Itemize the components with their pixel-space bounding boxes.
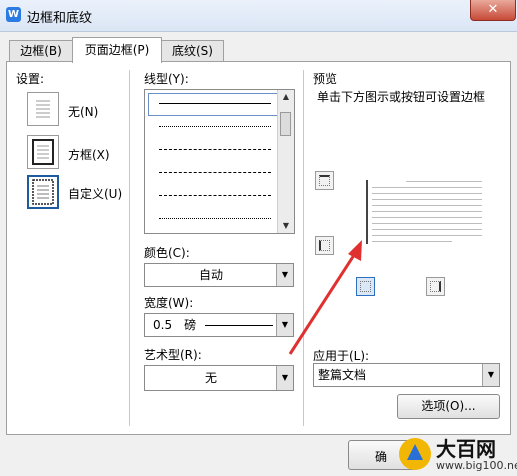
divider-left: [129, 70, 130, 426]
apply-to-label: 应用于(L):: [313, 349, 370, 363]
ok-button-label: 确: [375, 450, 388, 464]
color-label: 颜色(C):: [144, 246, 190, 260]
tab-borders[interactable]: 边框(B): [9, 40, 73, 62]
watermark-logo-icon: [399, 438, 431, 470]
right-border-button[interactable]: [426, 277, 445, 296]
color-dropdown[interactable]: 自动 ▼: [144, 263, 294, 287]
options-button[interactable]: 选项(O)...: [397, 394, 500, 419]
window-title: 边框和底纹: [27, 11, 93, 26]
preset-none-label[interactable]: 无(N): [68, 103, 98, 120]
preview-label: 预览: [313, 72, 338, 86]
width-sample-line: [205, 325, 273, 326]
scroll-up-icon[interactable]: ▲: [278, 90, 294, 104]
preset-custom-label[interactable]: 自定义(U): [68, 185, 122, 202]
chevron-down-icon[interactable]: ▼: [482, 364, 499, 386]
line-style-solid[interactable]: [159, 103, 271, 104]
close-button[interactable]: ✕: [470, 0, 516, 21]
width-label: 宽度(W):: [144, 296, 194, 310]
none-border-icon[interactable]: [27, 92, 59, 126]
apply-to-value: 整篇文档: [318, 368, 367, 382]
art-label: 艺术型(R):: [144, 348, 202, 362]
line-style-dashed[interactable]: [159, 172, 271, 173]
box-border-icon[interactable]: [27, 135, 59, 169]
wps-app-icon: W: [6, 7, 21, 22]
color-value: 自动: [198, 268, 223, 282]
custom-border-icon[interactable]: [27, 175, 59, 209]
settings-label: 设置:: [16, 72, 45, 86]
art-value: 无: [204, 371, 217, 385]
top-border-button[interactable]: [315, 171, 334, 190]
style-list-scrollbar[interactable]: ▲ ▼: [277, 90, 294, 233]
preview-hint: 单击下方图示或按钮可设置边框: [317, 90, 486, 104]
tab-shading[interactable]: 底纹(S): [161, 40, 224, 62]
apply-to-dropdown[interactable]: 整篇文档 ▼: [313, 363, 500, 387]
tab-page-border[interactable]: 页面边框(P): [72, 37, 162, 63]
art-dropdown[interactable]: 无 ▼: [144, 365, 294, 391]
custom-border-graphic: [32, 179, 54, 205]
preset-box-label[interactable]: 方框(X): [68, 146, 110, 163]
watermark-title: 大百网: [436, 437, 496, 461]
line-style-selected-item[interactable]: [148, 93, 278, 116]
box-border-graphic: [32, 139, 54, 165]
line-style-dotted[interactable]: [159, 126, 271, 127]
line-style-list[interactable]: ▲ ▼: [144, 89, 295, 234]
none-border-graphic: [36, 100, 50, 118]
line-style-label: 线型(Y):: [144, 72, 189, 86]
annotation-arrow-icon: [288, 240, 362, 355]
line-style-dash-dot[interactable]: [159, 195, 271, 196]
line-style-dashed-small[interactable]: [159, 149, 271, 150]
line-style-dash-dot-dot[interactable]: [159, 218, 271, 219]
scroll-thumb[interactable]: [280, 112, 291, 136]
preview-page: [372, 181, 482, 243]
watermark-url: www.big100.net: [436, 459, 517, 472]
chevron-down-icon[interactable]: ▼: [276, 366, 293, 390]
